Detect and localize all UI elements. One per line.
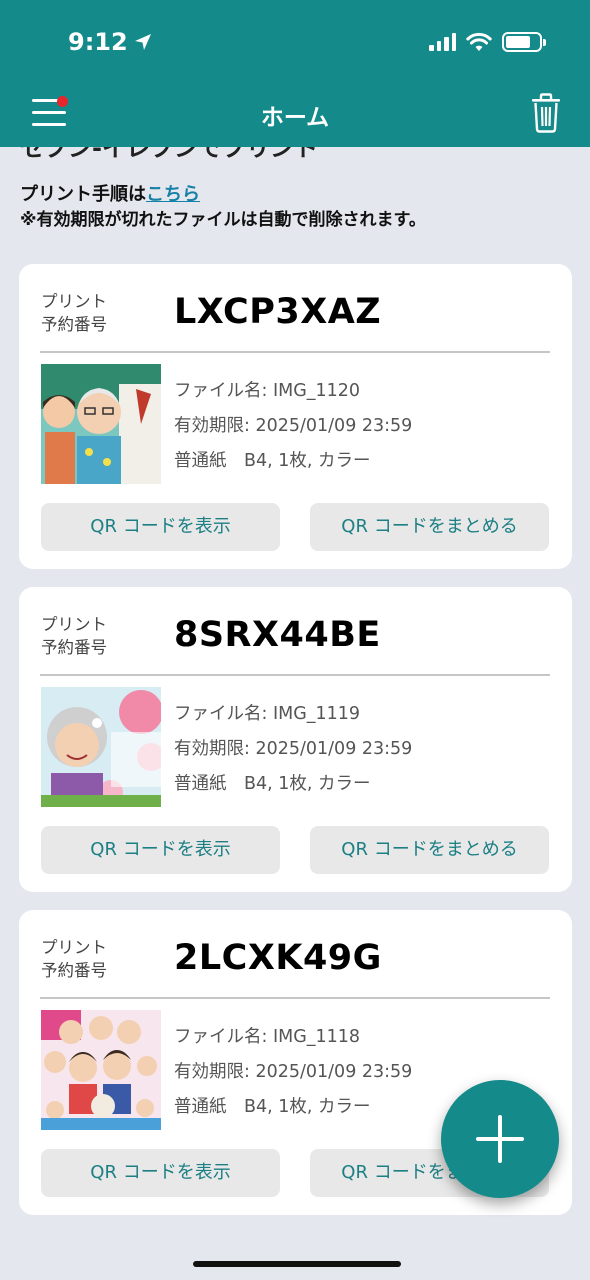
reservation-label: プリント 予約番号	[41, 615, 107, 657]
expiry-date: 有効期限: 2025/01/09 23:59	[174, 1062, 413, 1082]
status-icons	[429, 32, 546, 52]
merge-qr-button[interactable]: QR コードをまとめる	[310, 503, 549, 551]
merge-qr-button[interactable]: QR コードをまとめる	[310, 826, 549, 874]
show-qr-button[interactable]: QR コードを表示	[41, 826, 280, 874]
file-info: ファイル名: IMG_1120 有効期限: 2025/01/09 23:59 普…	[174, 377, 412, 482]
print-procedure-text: プリント手順はこちら	[20, 184, 200, 205]
add-file-button[interactable]	[441, 1080, 559, 1198]
expiry-date: 有効期限: 2025/01/09 23:59	[174, 416, 413, 436]
print-reservation-card: プリント 予約番号 LXCP3XAZ ファイル名: IMG_1120 有効期限: …	[19, 264, 572, 569]
file-thumbnail	[41, 1010, 161, 1130]
show-qr-button[interactable]: QR コードを表示	[41, 1149, 280, 1197]
expiry-date: 有効期限: 2025/01/09 23:59	[174, 739, 413, 759]
location-arrow-icon	[134, 34, 151, 50]
home-indicator[interactable]	[193, 1261, 401, 1267]
file-thumbnail	[41, 687, 161, 807]
file-name: ファイル名: IMG_1120	[174, 381, 361, 401]
file-thumbnail	[41, 364, 161, 484]
wifi-icon	[466, 32, 492, 51]
status-time: 9:12	[68, 28, 152, 56]
file-name: ファイル名: IMG_1118	[174, 1027, 361, 1047]
divider	[40, 674, 550, 676]
page-title: ホーム	[260, 105, 330, 131]
reservation-label: プリント 予約番号	[41, 292, 107, 334]
reservation-code: 8SRX44BE	[174, 615, 381, 655]
trash-icon[interactable]	[530, 93, 562, 133]
print-procedure-link[interactable]: こちら	[146, 184, 200, 205]
print-settings: 普通紙 B4, 1枚, カラー	[174, 774, 371, 794]
show-qr-button[interactable]: QR コードを表示	[41, 503, 280, 551]
reservation-code: LXCP3XAZ	[174, 292, 382, 332]
reservation-label: プリント 予約番号	[41, 938, 107, 980]
file-name: ファイル名: IMG_1119	[174, 704, 361, 724]
file-info: ファイル名: IMG_1118 有効期限: 2025/01/09 23:59 普…	[174, 1023, 412, 1128]
app-header: 9:12 ホーム	[0, 0, 590, 147]
expiry-notice: ※有効期限が切れたファイルは自動で削除されます。	[20, 210, 426, 230]
print-settings: 普通紙 B4, 1枚, カラー	[174, 1097, 371, 1117]
divider	[40, 351, 550, 353]
print-settings: 普通紙 B4, 1枚, カラー	[174, 451, 371, 471]
divider	[40, 997, 550, 999]
signal-icon	[429, 33, 456, 51]
reservation-code: 2LCXK49G	[174, 938, 382, 978]
file-info: ファイル名: IMG_1119 有効期限: 2025/01/09 23:59 普…	[174, 700, 412, 805]
print-reservation-card: プリント 予約番号 8SRX44BE ファイル名: IMG_1119 有効期限: …	[19, 587, 572, 892]
battery-icon	[502, 32, 546, 52]
